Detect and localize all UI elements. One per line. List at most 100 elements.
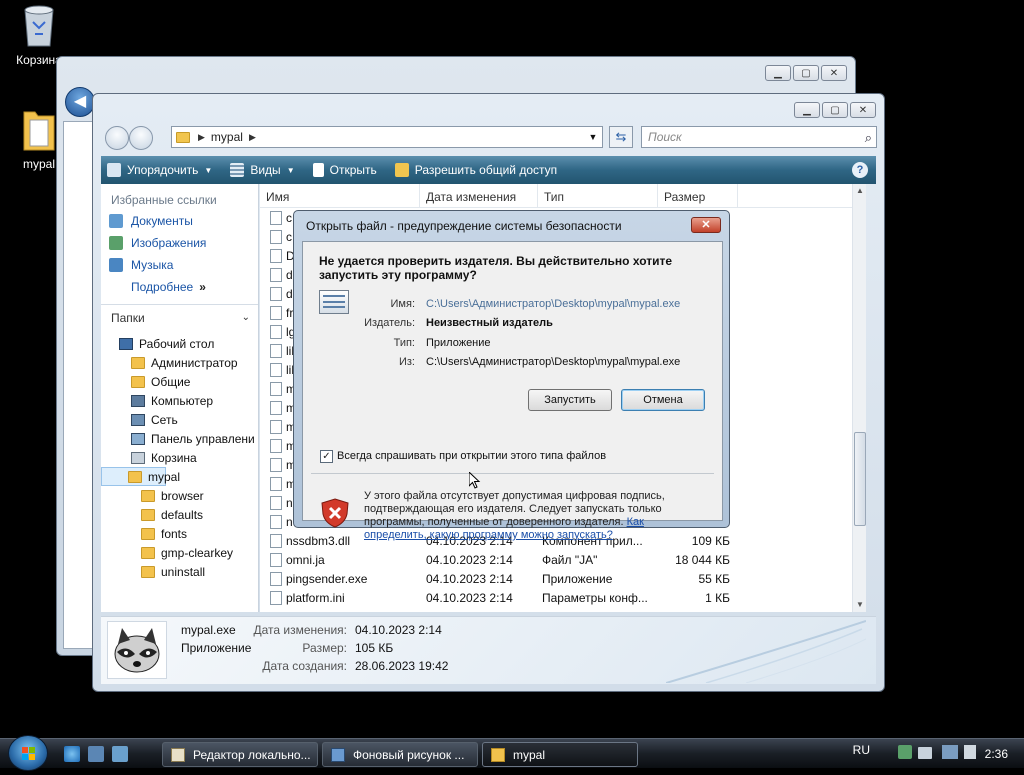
tree-label: defaults <box>161 507 204 522</box>
taskbar-item-mypal[interactable]: mypal <box>482 742 638 767</box>
file-icon <box>270 400 282 415</box>
tree-item-fonts[interactable]: fonts <box>101 524 258 543</box>
task-label: Фоновый рисунок ... <box>353 747 465 762</box>
column-type[interactable]: Тип <box>538 184 658 207</box>
tree-item-defaults[interactable]: defaults <box>101 505 258 524</box>
show-desktop-icon[interactable] <box>88 746 104 762</box>
views-button[interactable]: Виды ▼ <box>230 163 295 177</box>
tree-label: Сеть <box>151 412 178 427</box>
column-name[interactable]: Имя <box>260 184 420 207</box>
security-center-icon[interactable] <box>898 745 912 759</box>
file-row[interactable]: platform.ini 04.10.2023 2:14 Параметры кон… <box>260 588 866 607</box>
clock[interactable]: 2:36 <box>985 747 1008 761</box>
tree-item-admin[interactable]: Администратор <box>101 353 258 372</box>
scroll-up-icon[interactable]: ▲ <box>853 184 867 198</box>
type-value: Приложение <box>426 337 491 349</box>
tree-item-recycle-bin[interactable]: Корзина <box>101 448 258 467</box>
help-icon[interactable]: ? <box>852 162 868 178</box>
file-icon <box>270 419 282 434</box>
music-icon <box>109 258 123 272</box>
volume-icon[interactable] <box>964 745 976 759</box>
tree-item-desktop[interactable]: Рабочий стол <box>101 334 258 353</box>
recycle-bin-icon <box>24 5 54 47</box>
more-label: Подробнее <box>131 280 194 294</box>
language-indicator[interactable]: RU <box>853 743 870 757</box>
dialog-close-button[interactable]: ✕ <box>691 217 721 233</box>
file-name: n <box>286 514 293 529</box>
more-link[interactable]: Подробнее » <box>101 276 258 298</box>
favorite-label: Документы <box>131 214 193 228</box>
switch-windows-icon[interactable] <box>112 746 128 762</box>
tree-item-browser[interactable]: browser <box>101 486 258 505</box>
security-warning-dialog[interactable]: Открыть файл - предупреждение системы бе… <box>293 210 730 541</box>
file-icon <box>270 229 282 244</box>
minimize-button[interactable]: ▁ <box>765 65 791 81</box>
start-button[interactable] <box>8 735 48 771</box>
file-row[interactable]: pingsender.exe 04.10.2023 2:14 Приложение 5… <box>260 569 866 588</box>
folder-icon <box>128 470 142 483</box>
back-arrow-icon[interactable]: ◀ <box>65 87 95 117</box>
close-button[interactable]: ✕ <box>850 102 876 118</box>
breadcrumb-arrow-icon[interactable]: ▶ <box>249 132 256 143</box>
file-name-cell: pingsender.exe <box>260 571 420 586</box>
organize-button[interactable]: Упорядочить ▼ <box>107 163 212 177</box>
tree-item-network[interactable]: Сеть <box>101 410 258 429</box>
breadcrumb-arrow-icon[interactable]: ▶ <box>198 132 205 143</box>
minimize-button[interactable]: ▁ <box>794 102 820 118</box>
details-pane: mypal.exe Приложение Дата изменения: 04.… <box>101 616 876 684</box>
file-name: d <box>286 286 293 301</box>
tree-item-control-panel[interactable]: Панель управлени <box>101 429 258 448</box>
chevron-down-icon: ▼ <box>286 165 295 175</box>
column-size[interactable]: Размер <box>658 184 738 207</box>
taskbar-item-wallpaper[interactable]: Фоновый рисунок ... <box>322 742 478 767</box>
always-ask-label[interactable]: Всегда спрашивать при открытии этого тип… <box>337 450 606 462</box>
maximize-button[interactable]: ▢ <box>822 102 848 118</box>
cancel-button[interactable]: Отмена <box>621 389 705 411</box>
always-ask-checkbox[interactable]: ✓ <box>320 450 333 463</box>
file-icon <box>270 267 282 282</box>
scroll-down-icon[interactable]: ▼ <box>853 598 867 612</box>
dialog-title: Открыть файл - предупреждение системы бе… <box>306 219 622 233</box>
network-icon <box>131 413 145 426</box>
breadcrumb-mypal[interactable]: mypal <box>211 130 243 144</box>
maximize-button[interactable]: ▢ <box>793 65 819 81</box>
tree-item-computer[interactable]: Компьютер <box>101 391 258 410</box>
network-icon[interactable] <box>942 745 958 759</box>
taskbar-item-policy-editor[interactable]: Редактор локально... <box>162 742 318 767</box>
internet-explorer-icon[interactable] <box>64 746 80 762</box>
favorite-documents[interactable]: Документы <box>101 210 258 232</box>
search-input[interactable]: Поиск ⌕ <box>641 126 877 148</box>
address-bar[interactable]: ▶ mypal ▶ ▼ <box>171 126 603 148</box>
scrollbar-thumb[interactable] <box>854 432 866 526</box>
file-row[interactable]: omni.ja 04.10.2023 2:14 Файл "JA" 18 044 КБ <box>260 550 866 569</box>
tree-item-gmp-clearkey[interactable]: gmp-clearkey <box>101 543 258 562</box>
run-button[interactable]: Запустить <box>528 389 612 411</box>
favorite-pictures[interactable]: Изображения <box>101 232 258 254</box>
close-button[interactable]: ✕ <box>821 65 847 81</box>
tree-item-public[interactable]: Общие <box>101 372 258 391</box>
dialog-question: Не удается проверить издателя. Вы действ… <box>319 254 673 282</box>
details-size-label: Размер: <box>302 641 347 655</box>
navigation-pane: Избранные ссылки Документы Изображения М… <box>101 184 259 612</box>
background-window-controls: ▁ ▢ ✕ <box>765 65 847 81</box>
forward-button[interactable] <box>129 126 153 150</box>
details-size-value: 105 КБ <box>355 641 394 655</box>
folders-header[interactable]: Папки ⌄ <box>101 304 258 330</box>
tree-item-mypal[interactable]: mypal <box>101 467 180 486</box>
open-label: Открыть <box>329 163 377 177</box>
search-icon[interactable]: ⌕ <box>865 128 872 148</box>
dialog-body: Не удается проверить издателя. Вы действ… <box>302 241 723 541</box>
vertical-scrollbar[interactable]: ▲ ▼ <box>852 184 866 612</box>
tree-item-uninstall[interactable]: uninstall <box>101 562 258 581</box>
back-button[interactable] <box>105 126 129 150</box>
tray-app-icon[interactable] <box>918 747 932 759</box>
address-dropdown-icon[interactable]: ▼ <box>586 130 600 144</box>
file-icon <box>270 381 282 396</box>
tree-label: browser <box>161 488 204 503</box>
column-date[interactable]: Дата изменения <box>420 184 538 207</box>
favorite-music[interactable]: Музыка <box>101 254 258 276</box>
folders-label: Папки <box>111 310 145 325</box>
refresh-button[interactable]: ⇆ <box>609 126 633 148</box>
open-button[interactable]: Открыть <box>312 163 377 177</box>
share-button[interactable]: Разрешить общий доступ <box>394 163 557 177</box>
